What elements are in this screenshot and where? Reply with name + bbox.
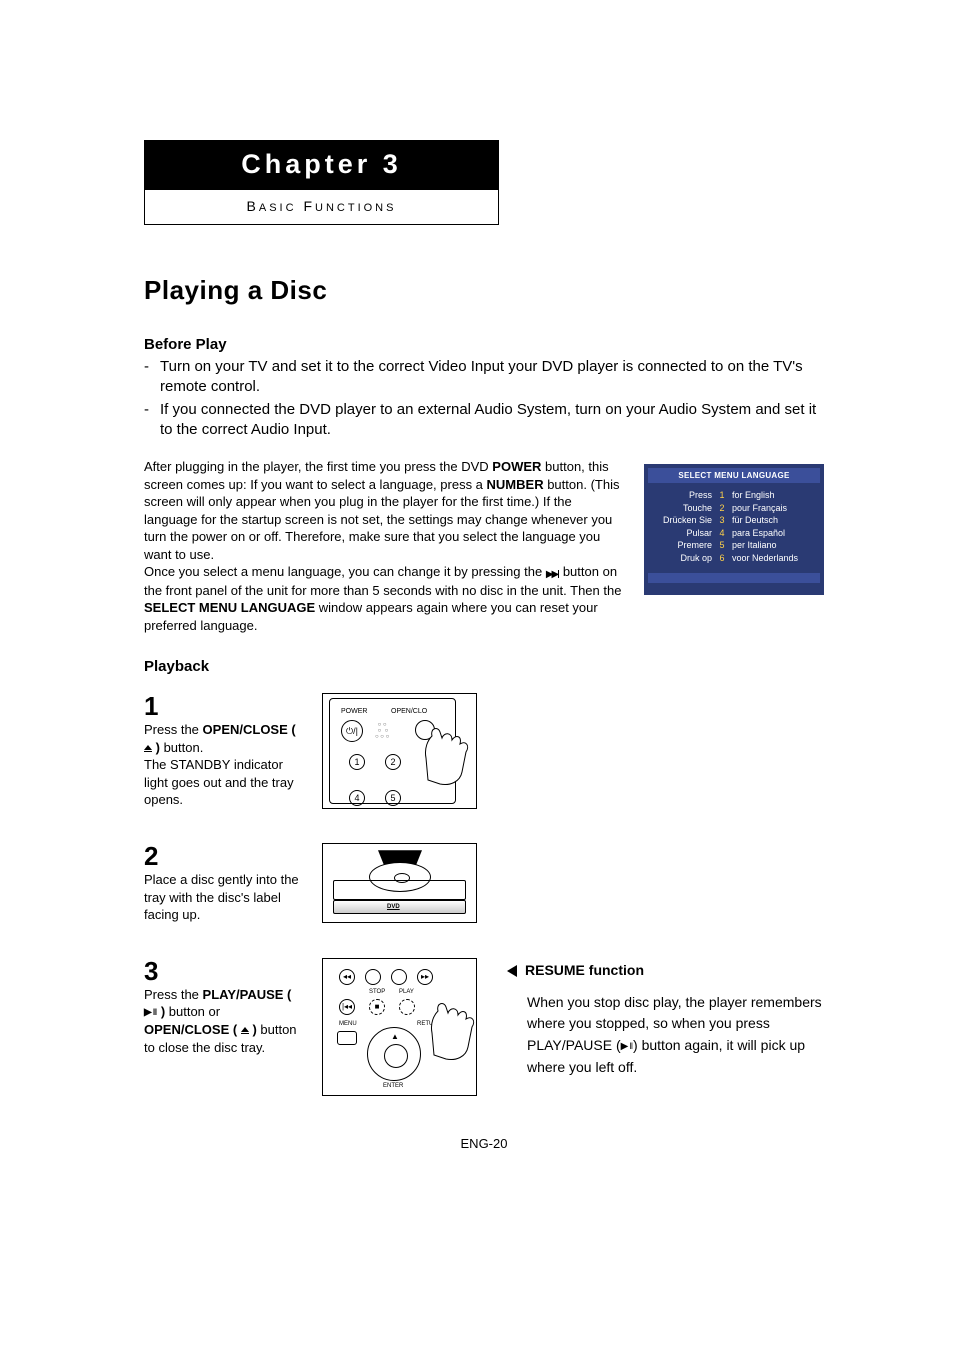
playback-heading: Playback (144, 658, 824, 675)
before-play-heading: Before Play (144, 336, 824, 353)
lang-row: Premere5per Italiano (644, 539, 824, 552)
before-play-list: - Turn on your TV and set it to the corr… (144, 357, 824, 440)
step-number: 3 (144, 958, 304, 984)
step-2-text: Place a disc gently into the tray with t… (144, 871, 304, 924)
page-number: ENG-20 (144, 1136, 824, 1151)
illustration-disc-tray: DVD (322, 843, 477, 923)
before-play-text-2: If you connected the DVD player to an ex… (160, 400, 824, 441)
page: Chapter 3 BASIC FUNCTIONS Playing a Disc… (0, 0, 954, 1211)
illustration-remote-playback: ◂◂ ▸▸ STOP PLAY |◂◂ ■ MENU RETURN ▲ ENTE… (322, 958, 477, 1096)
dvd-label: DVD (387, 904, 400, 910)
resume-heading: RESUME function (507, 960, 824, 982)
before-play-item: - Turn on your TV and set it to the corr… (144, 357, 824, 398)
led-dots: ○ ○ ○ ○○ ○ ○ (375, 722, 389, 740)
step-1: 1 Press the OPEN/CLOSE ( ) button. The S… (144, 693, 824, 809)
chapter-title: Chapter 3 (145, 141, 498, 190)
lang-row: Touche2pour Français (644, 502, 824, 515)
nav-pad-icon: ▲ (367, 1027, 421, 1081)
lang-row: Pulsar4para Español (644, 527, 824, 540)
resume-text: When you stop disc play, the player reme… (507, 992, 824, 1079)
step-3-row: 3 Press the PLAY/PAUSE ( ) button or OPE… (144, 958, 824, 1096)
resume-function-block: RESUME function When you stop disc play,… (507, 958, 824, 1078)
step-3-text: Press the PLAY/PAUSE ( ) button or OPEN/… (144, 986, 304, 1056)
page-title: Playing a Disc (144, 275, 824, 306)
prev-track-icon: |◂◂ (339, 999, 355, 1015)
step-number: 1 (144, 693, 304, 719)
language-note-text: After plugging in the player, the first … (144, 458, 624, 634)
fast-forward-icon: ▸▸ (417, 969, 433, 985)
lang-row: Press1for English (644, 489, 824, 502)
illustration-remote-top: POWER OPEN/CLO ⏻/| ○ ○ ○ ○○ ○ ○ 1 2 4 5 (322, 693, 477, 809)
lang-row: Drücken Sie3für Deutsch (644, 514, 824, 527)
menu-button-icon (337, 1031, 357, 1045)
step-1-text: Press the OPEN/CLOSE ( ) button. The STA… (144, 721, 304, 809)
rewind-icon: ◂◂ (339, 969, 355, 985)
play-pause-icon (621, 1039, 633, 1055)
stop-icon: ■ (369, 999, 385, 1015)
chapter-subtitle-text: BASIC FUNCTIONS (247, 198, 397, 214)
step-2: 2 Place a disc gently into the tray with… (144, 843, 824, 924)
eject-icon (241, 1027, 249, 1035)
chapter-block: Chapter 3 BASIC FUNCTIONS (144, 140, 499, 225)
eject-icon (144, 745, 152, 753)
lang-row: Druk op6voor Nederlands (644, 552, 824, 565)
skip-forward-icon (546, 564, 559, 582)
hand-icon (430, 995, 477, 1065)
language-note-row: After plugging in the player, the first … (144, 458, 824, 634)
select-language-title: SELECT MENU LANGUAGE (648, 468, 820, 483)
chapter-subtitle: BASIC FUNCTIONS (145, 190, 498, 224)
play-icon (399, 999, 415, 1015)
triangle-left-icon (507, 965, 517, 977)
hand-icon (422, 718, 477, 788)
before-play-item: - If you connected the DVD player to an … (144, 400, 824, 441)
before-play-text-1: Turn on your TV and set it to the correc… (160, 357, 824, 398)
step-number: 2 (144, 843, 304, 869)
play-pause-icon (144, 1006, 157, 1020)
select-language-screen: SELECT MENU LANGUAGE Press1for English T… (644, 464, 824, 595)
